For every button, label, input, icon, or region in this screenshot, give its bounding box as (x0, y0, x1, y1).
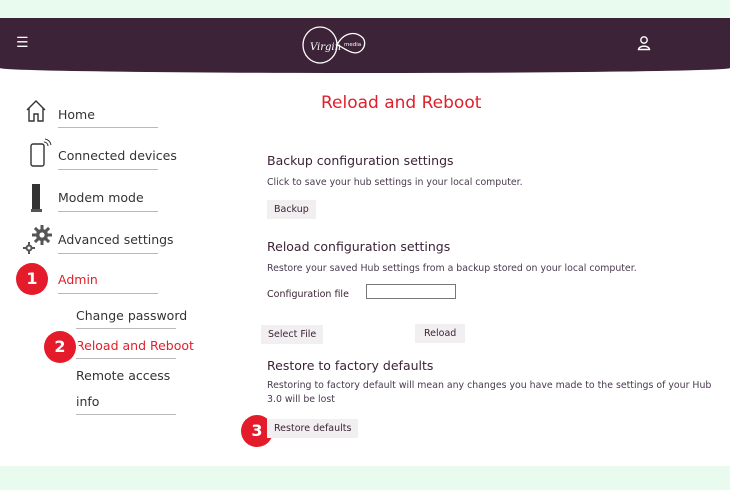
sidebar-item-label: Admin (58, 272, 98, 287)
logo-word-virgin: Virgin (310, 42, 341, 53)
reload-button[interactable]: Reload (415, 324, 466, 343)
divider (58, 127, 158, 128)
divider (76, 358, 176, 359)
sidebar-item-home[interactable]: Home (22, 98, 162, 132)
user-icon[interactable] (637, 35, 651, 51)
submenu-item-remote-access[interactable]: Remote access (76, 368, 170, 383)
sidebar-item-modem-mode[interactable]: Modem mode (22, 183, 162, 217)
divider (58, 253, 158, 254)
divider (58, 211, 158, 212)
reload-description: Restore your saved Hub settings from a b… (267, 263, 637, 274)
backup-description: Click to save your hub settings in your … (267, 177, 523, 188)
sidebar-item-label: Connected devices (58, 148, 177, 163)
connected-devices-icon (30, 138, 52, 167)
sidebar-item-advanced-settings[interactable]: Advanced settings (22, 223, 174, 257)
logo-word-media: media (344, 42, 361, 48)
sidebar-item-label: Modem mode (58, 190, 144, 205)
hamburger-menu-icon[interactable]: ☰ (16, 35, 29, 51)
submenu-item-remote-access-info[interactable]: info (76, 394, 99, 409)
backup-section-title: Backup configuration settings (267, 153, 454, 168)
step-badge-2: 2 (44, 331, 76, 363)
backup-button[interactable]: Backup (267, 200, 316, 219)
configuration-file-input[interactable] (366, 284, 456, 299)
reload-section-title: Reload configuration settings (267, 239, 451, 254)
virgin-media-logo: Virgin media (302, 26, 366, 64)
submenu-item-change-password[interactable]: Change password (76, 308, 187, 323)
sidebar-item-label: Advanced settings (58, 232, 174, 247)
app-frame: ☰ Virgin media Home Connected devices Mo… (0, 18, 730, 466)
divider (58, 293, 158, 294)
factory-description: Restoring to factory default will mean a… (267, 380, 712, 405)
restore-defaults-button[interactable]: Restore defaults (267, 419, 359, 438)
step-badge-1: 1 (16, 263, 48, 295)
divider (58, 169, 158, 170)
sidebar-item-label: Home (58, 107, 95, 122)
home-icon (26, 100, 46, 122)
submenu-item-reload-and-reboot[interactable]: Reload and Reboot (76, 338, 194, 353)
gear-icon (23, 225, 52, 254)
divider (76, 328, 176, 329)
sidebar-item-connected-devices[interactable]: Connected devices (22, 138, 177, 172)
divider (76, 414, 176, 415)
top-header: ☰ Virgin media (0, 18, 730, 73)
configuration-file-label: Configuration file (267, 289, 349, 300)
modem-icon (31, 184, 42, 212)
page-title: Reload and Reboot (321, 93, 482, 113)
factory-section-title: Restore to factory defaults (267, 358, 434, 373)
select-file-button[interactable]: Select File (261, 325, 324, 344)
